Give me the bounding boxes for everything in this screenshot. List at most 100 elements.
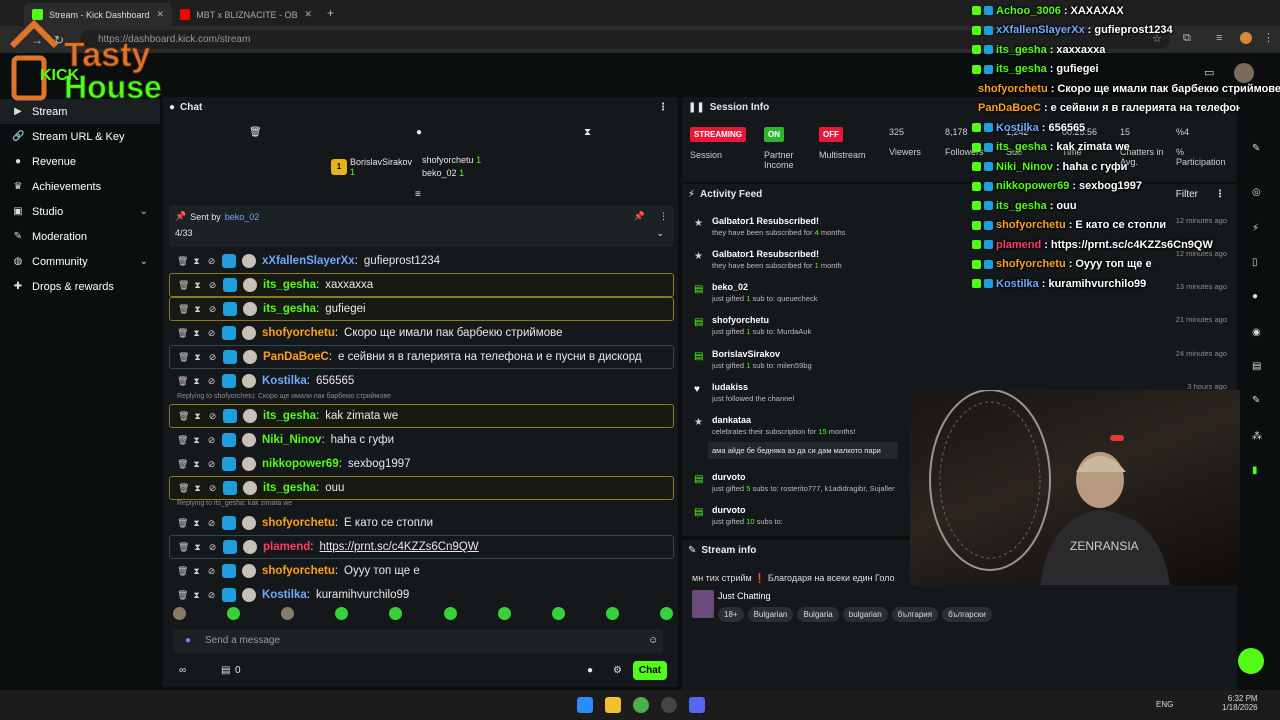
lightning-icon[interactable]: ⚡: [1252, 223, 1259, 234]
chat-menu-icon[interactable]: ⋮: [658, 102, 668, 113]
delete-icon[interactable]: 🗑: [178, 411, 189, 422]
chat-message[interactable]: 🗑 ⧗ ⊘ Niki_Ninov: haha с гуфи: [169, 428, 674, 452]
emote-icon[interactable]: [335, 607, 349, 620]
ban-icon[interactable]: ⊘: [207, 376, 216, 387]
timeout-icon[interactable]: ⧗: [192, 459, 201, 470]
delete-icon[interactable]: 🗑: [178, 483, 189, 494]
timeout-icon[interactable]: ⧗: [193, 483, 202, 494]
delete-icon[interactable]: 🗑: [177, 328, 188, 339]
delete-icon[interactable]: 🗑: [177, 376, 188, 387]
emote-icon[interactable]: [605, 607, 619, 620]
sidebar-item-community[interactable]: ◍ Community ⌄: [0, 249, 160, 274]
timeout-icon[interactable]: ⧗: [192, 590, 201, 601]
timeout-icon[interactable]: ⧗: [192, 376, 201, 387]
ban-icon[interactable]: ⊘: [208, 352, 217, 363]
ban-icon[interactable]: ⊘: [207, 256, 216, 267]
sidebar-item-studio[interactable]: ▣ Studio ⌄: [0, 199, 160, 224]
username[interactable]: Niki_Ninov: [262, 434, 321, 446]
username[interactable]: its_gesha: [263, 410, 316, 422]
file-explorer-icon[interactable]: [605, 697, 621, 713]
delete-icon[interactable]: 🗑: [177, 566, 188, 577]
username[interactable]: its_gesha: [263, 279, 316, 291]
delete-icon[interactable]: 🗑: [178, 304, 189, 315]
delete-icon[interactable]: 🗑: [178, 542, 189, 553]
edit-icon[interactable]: ✎: [1252, 143, 1260, 154]
delete-icon[interactable]: 🗑: [177, 459, 188, 470]
username[interactable]: shofyorchetu: [262, 565, 335, 577]
ban-icon[interactable]: ⊘: [208, 280, 217, 291]
pinned-message[interactable]: 📌 Sent by beko_02 📌 ⋮ 4/33 ⌄: [169, 205, 674, 247]
sidebar-item-revenue[interactable]: ● Revenue: [0, 149, 160, 174]
timeout-icon[interactable]: ⧗: [193, 280, 202, 291]
wrench-icon[interactable]: ✎: [1252, 395, 1260, 406]
activity-item[interactable]: ▤ BorislavSirakov just gifted 1 sub to: mi…: [692, 349, 1227, 370]
timeout-icon[interactable]: ⧗: [193, 411, 202, 422]
obs-icon[interactable]: [661, 697, 677, 713]
timeout-icon[interactable]: ⧗: [192, 566, 201, 577]
username[interactable]: Kostilka: [262, 589, 307, 601]
username[interactable]: Kostilka: [262, 375, 307, 387]
target-icon[interactable]: ◎: [1252, 187, 1261, 198]
kick-icon[interactable]: ▮: [1252, 465, 1258, 476]
ban-icon[interactable]: ⊘: [208, 542, 217, 553]
language-indicator[interactable]: ENG: [1156, 700, 1173, 709]
username[interactable]: nikkopower69: [262, 458, 339, 470]
chat-message[interactable]: 🗑 ⧗ ⊘ PanDaBoeC: е сейвни я в галерията на т…: [169, 345, 674, 369]
delete-icon[interactable]: 🗑: [177, 518, 188, 529]
ban-icon[interactable]: ⊘: [207, 459, 216, 470]
chat-message[interactable]: 🗑 ⧗ ⊘ xXfallenSlayerXx: gufieprost1234: [169, 249, 674, 273]
timeout-icon[interactable]: ⧗: [192, 435, 201, 446]
chat-message[interactable]: 🗑 ⧗ ⊘ its_gesha: ouu: [169, 476, 674, 500]
chat-message[interactable]: 🗑 ⧗ ⊘ Kostilka: kuramihvurchilo99: [169, 583, 674, 607]
collapse-handle-icon[interactable]: ≡: [415, 189, 421, 200]
message-input[interactable]: Send a message: [173, 629, 663, 653]
layers-icon[interactable]: ▤: [1252, 361, 1261, 372]
share-icon[interactable]: ⁂: [1252, 431, 1262, 442]
new-tab-icon[interactable]: +: [327, 6, 334, 20]
timeout-icon[interactable]: ⧗: [192, 328, 201, 339]
mic-icon[interactable]: ●: [185, 635, 191, 646]
ban-icon[interactable]: ⊘: [207, 435, 216, 446]
username[interactable]: plamend: [263, 541, 310, 553]
chat-message[interactable]: 🗑 ⧗ ⊘ its_gesha: kak zimata we: [169, 404, 674, 428]
emote-icon[interactable]: [389, 607, 403, 620]
chat-message[interactable]: 🗑 ⧗ ⊘ plamend: https://prnt.sc/c4KZZs6Cn9QW: [169, 535, 674, 559]
gift-icon[interactable]: ▤: [221, 665, 230, 676]
emoji-icon[interactable]: ☺: [648, 635, 658, 646]
chat-message[interactable]: 🗑 ⧗ ⊘ its_gesha: xaxxaxxa: [169, 273, 674, 297]
timeout-icon[interactable]: ⧗: [193, 352, 202, 363]
username[interactable]: shofyorchetu: [262, 327, 335, 339]
slow-mode-icon[interactable]: ⧗: [584, 127, 591, 138]
ban-icon[interactable]: ⊘: [208, 483, 217, 494]
emote-icon[interactable]: [659, 607, 673, 620]
close-tab-icon[interactable]: ✕: [304, 9, 312, 20]
ban-icon[interactable]: ⊘: [207, 518, 216, 529]
help-button[interactable]: [1238, 648, 1264, 674]
emote-icon[interactable]: [443, 607, 457, 620]
chat-message[interactable]: 🗑 ⧗ ⊘ nikkopower69: sexbog1997: [169, 452, 674, 476]
timeout-icon[interactable]: ⧗: [192, 256, 201, 267]
ban-icon[interactable]: ⊘: [207, 590, 216, 601]
ban-icon[interactable]: ⊘: [208, 411, 217, 422]
chat-message[interactable]: 🗑 ⧗ ⊘ Kostilka:656565: [169, 369, 674, 393]
clock[interactable]: 6:32 PM 1/18/2026: [1222, 694, 1258, 712]
chat-message[interactable]: 🗑 ⧗ ⊘ its_gesha: gufiegei: [169, 297, 674, 321]
ban-icon[interactable]: ⊘: [208, 304, 217, 315]
tab-youtube[interactable]: MBT x BLIZNACITE - OBOROTI ✕: [172, 3, 320, 26]
timeout-icon[interactable]: ⧗: [193, 542, 202, 553]
username[interactable]: its_gesha: [263, 482, 316, 494]
timeout-icon[interactable]: ⧗: [193, 304, 202, 315]
chat-message[interactable]: 🗑 ⧗ ⊘ shofyorchetu: Е като се стопли: [169, 511, 674, 535]
windows-start-icon[interactable]: [577, 697, 593, 713]
gear-icon[interactable]: ⚙: [613, 665, 622, 676]
activity-item[interactable]: ▤ shofyorchetu just gifted 1 sub to: Murda…: [692, 315, 1227, 336]
sidebar-item-drops[interactable]: ✚ Drops & rewards: [0, 274, 160, 299]
pinned-menu-icon[interactable]: ⋮: [659, 211, 668, 222]
emote-icon[interactable]: [497, 607, 511, 620]
ban-icon[interactable]: ⊘: [207, 566, 216, 577]
chat-settings-icon[interactable]: ●: [587, 665, 593, 676]
chat-mode-icon[interactable]: ●: [416, 127, 422, 138]
delete-icon[interactable]: 🗑: [177, 435, 188, 446]
chat-message[interactable]: 🗑 ⧗ ⊘ shofyorchetu: Оууу топ ще е: [169, 559, 674, 583]
sidebar-item-achievements[interactable]: ♛ Achievements: [0, 174, 160, 199]
